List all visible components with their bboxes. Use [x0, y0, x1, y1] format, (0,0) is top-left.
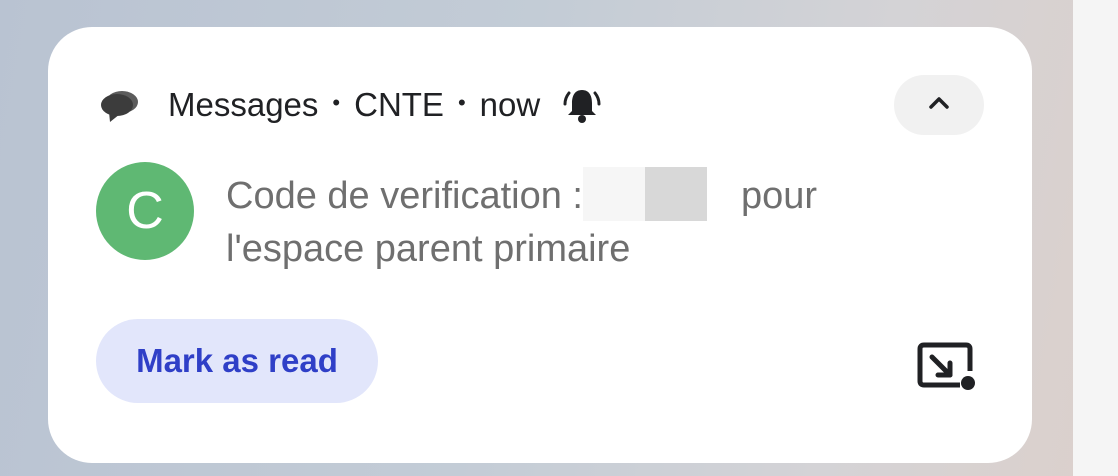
sender-avatar: C	[96, 162, 194, 260]
chat-bubbles-icon	[100, 85, 140, 125]
collapse-button[interactable]	[894, 75, 984, 135]
message-body: Code de verification : pour l'espace pare…	[226, 167, 966, 273]
separator-dot: •	[332, 90, 341, 115]
redaction-block	[582, 167, 645, 221]
edge-strip	[1073, 0, 1118, 476]
sender-name: CNTE	[354, 86, 444, 123]
avatar-letter: C	[126, 182, 164, 240]
notification-time: now	[479, 86, 541, 123]
message-line-2: l'espace parent primaire	[226, 228, 631, 270]
message-suffix: pour	[740, 175, 818, 218]
notification-card[interactable]: Messages • CNTE • now C Code de verifica…	[48, 27, 1032, 463]
separator-dot: •	[457, 90, 466, 115]
notification-header: Messages • CNTE • now	[100, 83, 602, 127]
mark-as-read-button[interactable]: Mark as read	[96, 319, 378, 403]
redaction-block	[644, 167, 707, 221]
alert-bell-icon	[562, 85, 602, 125]
picture-in-picture-button[interactable]	[916, 341, 978, 393]
app-name: Messages	[168, 86, 319, 123]
message-prefix: Code de verification :	[226, 175, 583, 218]
mark-as-read-label: Mark as read	[136, 342, 338, 379]
chevron-up-icon	[927, 95, 951, 116]
picture-in-picture-icon	[916, 342, 978, 397]
